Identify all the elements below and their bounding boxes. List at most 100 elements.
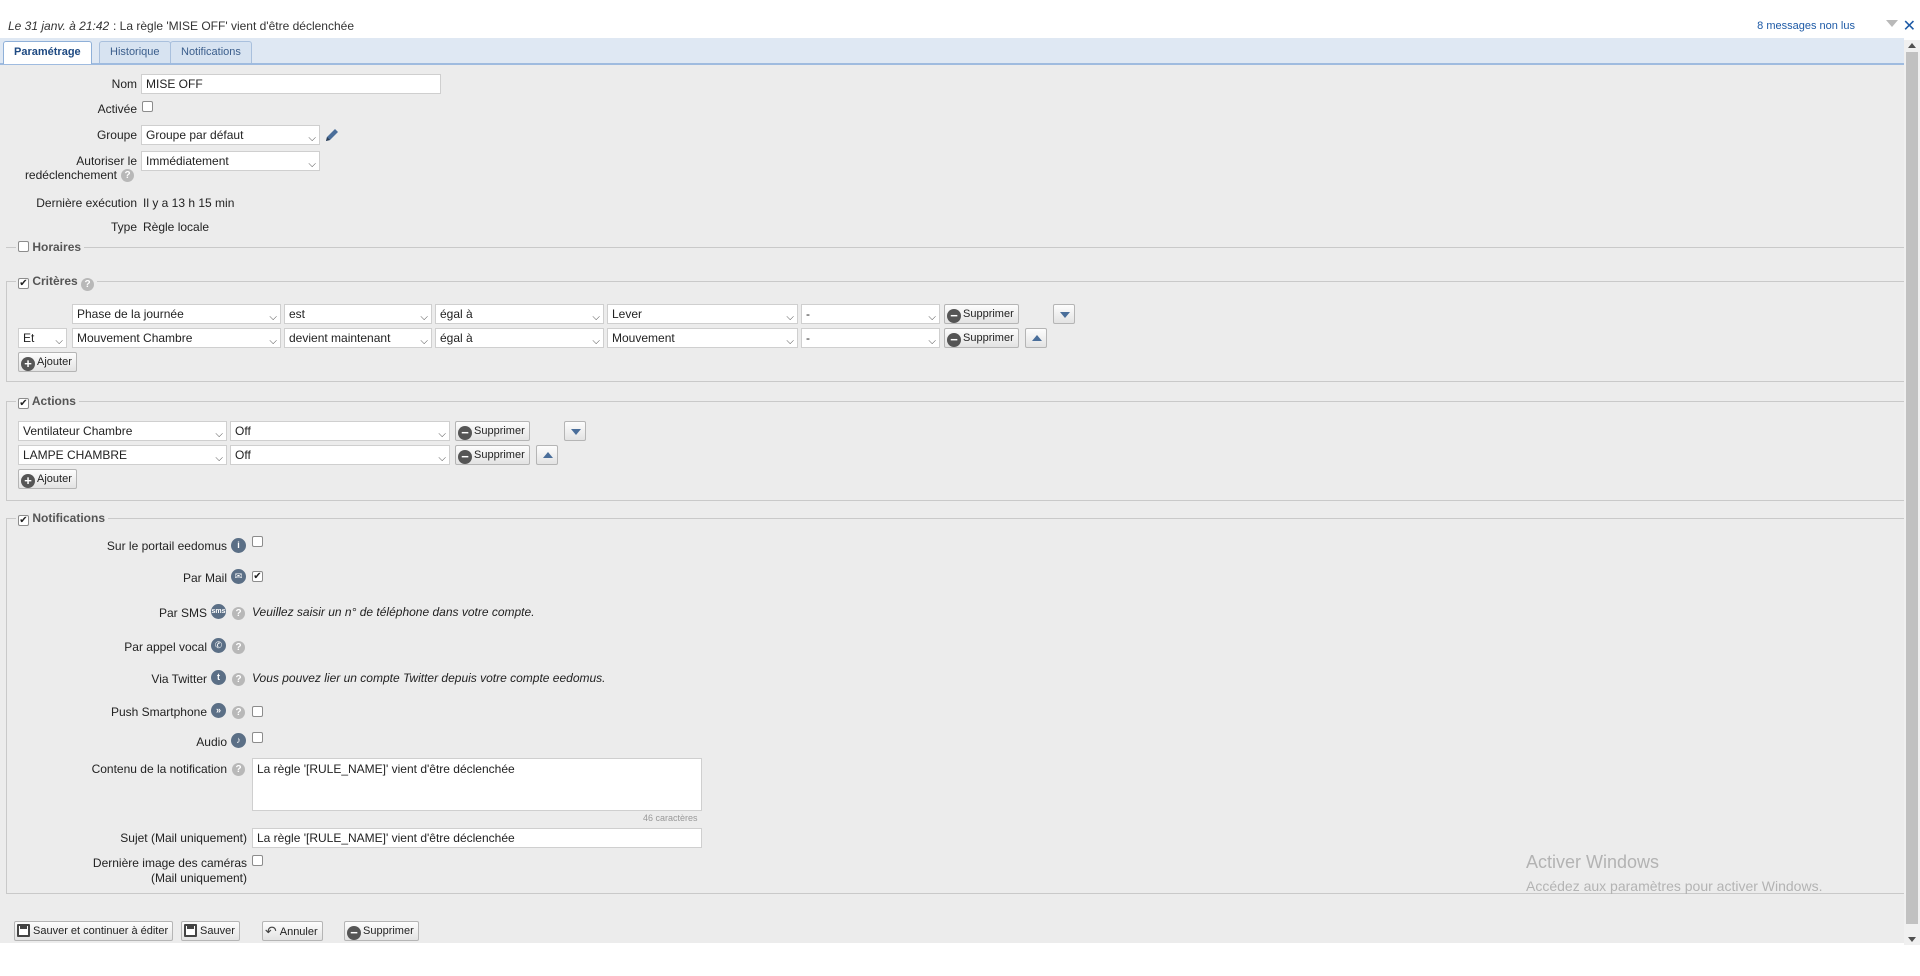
arrow-up-icon [1032,335,1042,341]
chevron-down-icon: ⌵ [55,336,63,347]
arrow-down-icon [1060,312,1070,318]
critere-delete-label: Supprimer [963,308,1014,320]
contenu-textarea[interactable]: La règle '[RULE_NAME]' vient d'être décl… [252,758,702,811]
help-icon[interactable]: ? [232,641,245,654]
critere-delete-button[interactable]: − Supprimer [944,304,1019,324]
critere-compare-select[interactable]: égal à ⌵ [435,328,604,348]
help-icon[interactable]: ? [232,763,245,776]
critere-operator-select[interactable]: Et ⌵ [18,328,67,348]
activee-checkbox[interactable] [142,101,153,112]
arrow-down-icon [571,429,581,435]
type-label: Type [110,220,137,234]
action-value-select[interactable]: Off ⌵ [230,445,450,465]
type-value: Règle locale [143,220,210,234]
critere-device-value: Phase de la journée [77,307,184,321]
chevron-down-icon: ⌵ [438,429,446,440]
action-value-value: Off [235,424,251,438]
help-icon[interactable]: ? [232,706,245,719]
help-icon[interactable]: ? [232,607,245,620]
save-button[interactable]: Sauver [181,921,240,941]
audio-checkbox[interactable] [252,732,263,743]
windows-activation-title: Activer Windows [1526,852,1660,872]
nom-label: Nom [111,77,137,91]
tab-parametrage[interactable]: Paramétrage [3,41,92,64]
mail-icon: ✉ [231,569,246,584]
groupe-value: Groupe par défaut [146,128,244,142]
chevron-down-icon: ⌵ [786,336,794,347]
move-up-button[interactable] [1025,328,1047,348]
audio-icon: ♪ [231,733,246,748]
tab-notifications[interactable]: Notifications [170,41,252,63]
critere-value-select[interactable]: Mouvement ⌵ [607,328,798,348]
horaires-divider [6,247,1904,248]
criteres-legend: ✔ Critères ? [16,274,98,291]
mail-checkbox[interactable]: ✔ [252,571,263,582]
expand-messages-icon[interactable] [1886,20,1898,27]
critere-add-button[interactable]: + Ajouter [18,352,77,372]
delete-rule-button[interactable]: − Supprimer [344,921,419,941]
help-icon[interactable]: ? [121,169,134,182]
cancel-button[interactable]: ↶ Annuler [262,921,323,941]
action-value-value: Off [235,448,251,462]
autoriser-select[interactable]: Immédiatement ⌵ [141,151,320,171]
horaires-title: Horaires [32,240,82,254]
edit-group-pencil-icon[interactable] [324,127,340,143]
help-icon[interactable]: ? [232,673,245,686]
chevron-down-icon: ⌵ [308,159,316,170]
action-delete-button[interactable]: − Supprimer [455,421,530,441]
scroll-down-icon[interactable] [1908,937,1916,942]
unread-messages-link[interactable]: 8 messages non lus [1757,20,1855,32]
critere-delete-button[interactable]: − Supprimer [944,328,1019,348]
scrollbar[interactable] [1904,40,1920,945]
cancel-label: Annuler [279,926,318,938]
action-device-select[interactable]: Ventilateur Chambre ⌵ [18,421,227,441]
groupe-select[interactable]: Groupe par défaut ⌵ [141,125,320,145]
critere-extra-select[interactable]: - ⌵ [801,304,940,324]
critere-device-select[interactable]: Mouvement Chambre ⌵ [72,328,281,348]
help-icon[interactable]: ? [81,278,95,291]
close-icon[interactable]: ✕ [1903,16,1916,36]
action-device-select[interactable]: LAMPE CHAMBRE ⌵ [18,445,227,465]
criteres-checkbox[interactable]: ✔ [18,278,29,289]
notifications-checkbox[interactable]: ✔ [18,515,29,526]
scroll-up-icon[interactable] [1908,43,1916,48]
action-add-button[interactable]: + Ajouter [18,469,77,489]
actions-checkbox[interactable]: ✔ [18,398,29,409]
save-continue-button[interactable]: Sauver et continuer à éditer [14,921,174,941]
critere-verb-select[interactable]: devient maintenant ⌵ [284,328,432,348]
camera-checkbox[interactable] [252,855,263,866]
push-icon: » [211,703,226,718]
horaires-checkbox[interactable] [18,241,29,252]
nom-input[interactable]: MISE OFF [141,74,441,94]
groupe-label: Groupe [96,128,137,142]
minus-circle-icon: − [458,426,472,440]
move-down-button[interactable] [1053,304,1075,324]
tab-historique[interactable]: Historique [99,41,171,63]
actions-legend: ✔ Actions [16,394,79,409]
push-checkbox[interactable] [252,706,263,717]
sujet-input[interactable]: La règle '[RULE_NAME]' vient d'être décl… [252,828,702,848]
sms-icon: sms [211,604,226,619]
critere-value-select[interactable]: Lever ⌵ [607,304,798,324]
critere-device-select[interactable]: Phase de la journée ⌵ [72,304,281,324]
critere-add-label: Ajouter [37,356,72,368]
critere-compare-value: égal à [440,331,473,345]
twitter-label: Via Twitter [151,672,207,686]
move-up-button[interactable] [536,445,558,465]
chevron-down-icon: ⌵ [269,336,277,347]
chevron-down-icon: ⌵ [420,336,428,347]
message-bar: Le 31 janv. à 21:42 : La règle 'MISE OFF… [0,14,1920,38]
scrollbar-thumb[interactable] [1906,52,1918,924]
critere-operator-value: Et [23,331,35,345]
action-add-label: Ajouter [37,473,72,485]
move-down-button[interactable] [564,421,586,441]
action-delete-button[interactable]: − Supprimer [455,445,530,465]
critere-compare-select[interactable]: égal à ⌵ [435,304,604,324]
chevron-down-icon: ⌵ [928,312,936,323]
actions-title: Actions [31,394,76,408]
action-value-select[interactable]: Off ⌵ [230,421,450,441]
action-device-value: Ventilateur Chambre [23,424,133,438]
critere-verb-select[interactable]: est ⌵ [284,304,432,324]
critere-extra-select[interactable]: - ⌵ [801,328,940,348]
portail-checkbox[interactable] [252,536,263,547]
